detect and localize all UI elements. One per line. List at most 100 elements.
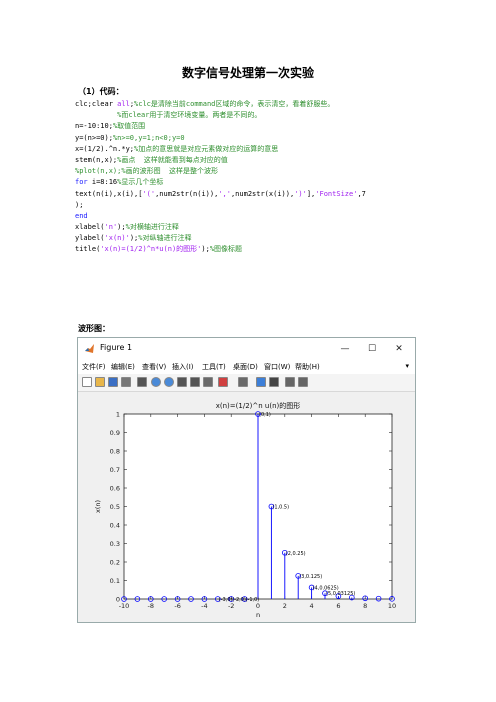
new-file-icon[interactable] xyxy=(82,377,92,387)
code-token: 'x(n)' xyxy=(104,234,130,243)
document-title: 数字信号处理第一次实验 xyxy=(181,66,314,80)
code-token: %加点的意思就是对应元素做对应的运算的意思 xyxy=(134,144,279,153)
code-line: stem(n,x);%画点 这样就能看到每点对应的值 xyxy=(75,155,366,166)
code-token: ,7 xyxy=(357,189,366,198)
pan-icon[interactable] xyxy=(177,377,187,387)
print-icon[interactable] xyxy=(121,377,131,387)
data-cursor-icon[interactable] xyxy=(203,377,213,387)
x-tick-label: 10 xyxy=(388,602,396,610)
menu-item[interactable]: 工具(T) xyxy=(202,362,226,372)
code-line: ); xyxy=(75,200,366,211)
section-waveform-heading: 波形图： xyxy=(78,324,110,333)
open-folder-icon[interactable] xyxy=(95,377,105,387)
code-token: %画点 这样就能看到每点对应的值 xyxy=(117,155,228,164)
code-token: %而clear用于清空环境变量。两者是不同的。 xyxy=(75,111,262,120)
code-token: y=(n>=0); xyxy=(75,133,113,142)
code-token: all xyxy=(117,100,130,108)
code-token: i=8:16 xyxy=(91,178,118,187)
code-token: ); xyxy=(75,200,84,209)
code-line: text(n(i),x(i),['(',num2str(n(i)),',',nu… xyxy=(75,189,366,200)
legend-icon[interactable] xyxy=(269,377,279,387)
code-token: ); xyxy=(129,234,139,243)
point-annotation: (5,0.03125) xyxy=(326,591,355,597)
point-annotation: (3,0.125) xyxy=(299,574,322,580)
figure-window: Figure 1 — ☐ ✕ ▾ 文件(F) 编辑(E) 查看(V) 插入(I) 工具(… xyxy=(77,337,416,623)
code-token: n=-10:10; xyxy=(75,122,113,131)
y-tick-label: 0.1 xyxy=(110,577,120,585)
code-token: ); xyxy=(201,245,210,254)
code-token: stem(n,x); xyxy=(75,155,118,164)
code-token: %显示几个坐标 xyxy=(117,178,164,187)
x-tick-label: 6 xyxy=(336,602,340,610)
code-token: ',' xyxy=(218,189,231,198)
code-line: x=(1/2).^n.*y;%加点的意思就是对应元素做对应的运算的意思 xyxy=(75,144,366,155)
code-line: %而clear用于清空环境变量。两者是不同的。 xyxy=(75,110,366,121)
code-token: ylabel( xyxy=(75,234,105,243)
zoom-out-icon[interactable] xyxy=(164,377,174,387)
code-line: title('x(n)=(1/2)^n*u(n)的图形');%图像标题 xyxy=(75,244,366,255)
code-token: 'FontSize' xyxy=(315,189,358,198)
minimize-icon[interactable]: — xyxy=(335,341,355,357)
y-tick-label: 0.7 xyxy=(110,466,120,474)
point-annotation: (1,0.5) xyxy=(272,505,289,511)
y-tick-label: 0.8 xyxy=(110,448,120,456)
y-axis-label: x(n) xyxy=(94,500,102,513)
code-token: title( xyxy=(75,245,101,254)
point-annotation: (2,0.25) xyxy=(286,551,306,557)
menu-item[interactable]: 插入(I) xyxy=(172,362,194,372)
x-tick-label: 8 xyxy=(363,602,367,610)
maximize-icon[interactable]: ☐ xyxy=(362,341,382,357)
code-token: %图像标题 xyxy=(209,245,243,254)
chart-title: x(n)=(1/2)^n u(n)的图形 xyxy=(216,401,301,410)
code-token: %取值范围 xyxy=(112,122,146,131)
hide-tools-icon[interactable] xyxy=(285,377,295,387)
x-tick-label: -10 xyxy=(119,602,130,610)
x-tick-label: 4 xyxy=(310,602,314,610)
menu-item[interactable]: 窗口(W) xyxy=(264,362,290,372)
code-line: %plot(n,x);%画的波形图 这样是整个波形 xyxy=(75,166,366,177)
y-tick-label: 0 xyxy=(116,596,120,604)
x-tick-label: -4 xyxy=(201,602,207,610)
code-line: y=(n>=0);%n>=0,y=1;n<0;y=0 xyxy=(75,133,366,144)
y-tick-label: 0.6 xyxy=(110,485,120,493)
code-token: ,num2str(x(i)), xyxy=(230,189,295,198)
code-line: clc;clear all;%clc是清除当前command区域的命令，表示清空… xyxy=(75,99,366,110)
y-tick-label: 0.3 xyxy=(110,540,120,548)
window-title: Figure 1 xyxy=(100,343,133,352)
code-token: %对横轴进行注释 xyxy=(125,223,179,232)
code-token: ); xyxy=(117,223,126,232)
close-icon[interactable]: ✕ xyxy=(389,341,409,357)
code-token: ,num2str(n(i)), xyxy=(155,189,219,198)
menu-item[interactable]: 编辑(E) xyxy=(111,362,135,372)
figure-toolbar xyxy=(78,374,415,392)
menu-item[interactable]: 查看(V) xyxy=(142,362,166,372)
x-tick-label: -8 xyxy=(148,602,154,610)
y-tick-label: 0.9 xyxy=(110,429,120,437)
code-token: %plot(n,x);%画的波形图 这样是整个波形 xyxy=(75,167,219,176)
colorbar-icon[interactable] xyxy=(256,377,266,387)
code-line: end xyxy=(75,211,366,222)
menu-bar: ▾ 文件(F) 编辑(E) 查看(V) 插入(I) 工具(T) 桌面(D) 窗口(W) 帮助(… xyxy=(78,360,415,374)
y-tick-label: 0.2 xyxy=(110,559,120,567)
menu-item[interactable]: 桌面(D) xyxy=(233,362,258,372)
pointer-icon[interactable] xyxy=(137,377,147,387)
window-titlebar[interactable]: Figure 1 — ☐ ✕ xyxy=(78,338,415,360)
code-token: xlabel( xyxy=(75,223,105,232)
x-axis-label: n xyxy=(256,611,260,619)
y-tick-label: 0.5 xyxy=(110,503,120,511)
brush-icon[interactable] xyxy=(218,377,228,387)
link-icon[interactable] xyxy=(238,377,248,387)
save-icon[interactable] xyxy=(108,377,118,387)
x-tick-label: -6 xyxy=(174,602,180,610)
show-tools-icon[interactable] xyxy=(298,377,308,387)
code-line: for i=8:16%显示几个坐标 xyxy=(75,177,366,188)
code-line: n=-10:10;%取值范围 xyxy=(75,121,366,132)
code-line: xlabel('n');%对横轴进行注释 xyxy=(75,222,366,233)
rotate-icon[interactable] xyxy=(190,377,200,387)
code-token: '(' xyxy=(142,189,156,198)
menu-item[interactable]: 文件(F) xyxy=(82,362,106,372)
zoom-in-icon[interactable] xyxy=(151,377,161,387)
menu-arrow-icon[interactable]: ▾ xyxy=(405,362,409,370)
code-line: ylabel('x(n)');%对纵轴进行注释 xyxy=(75,233,366,244)
menu-item[interactable]: 帮助(H) xyxy=(295,362,320,372)
